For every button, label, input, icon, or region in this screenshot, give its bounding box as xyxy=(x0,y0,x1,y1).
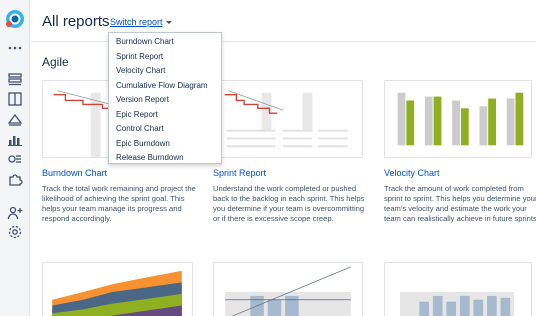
chevron-down-icon xyxy=(165,21,172,25)
section-title: Agile xyxy=(42,55,69,69)
project-avatar-icon[interactable] xyxy=(5,9,25,29)
issues-icon[interactable] xyxy=(7,151,23,167)
menu-item-epic-burndown[interactable]: Epic Burndown xyxy=(109,137,221,152)
project-sidebar xyxy=(0,0,30,316)
burndown-chart-description: Track the total work remaining and proje… xyxy=(42,184,196,223)
velocity-chart-thumbnail[interactable] xyxy=(384,80,532,158)
control-chart-thumbnail[interactable] xyxy=(213,262,363,316)
releases-icon[interactable] xyxy=(7,111,23,127)
reports-icon[interactable] xyxy=(7,131,23,147)
menu-item-burndown-chart[interactable]: Burndown Chart xyxy=(109,35,221,50)
sprint-report-thumbnail[interactable] xyxy=(213,80,363,158)
velocity-chart-link[interactable]: Velocity Chart xyxy=(384,168,440,178)
header-divider xyxy=(31,41,536,42)
menu-item-cumulative-flow-diagram[interactable]: Cumulative Flow Diagram xyxy=(109,79,221,94)
board-icon[interactable] xyxy=(7,91,23,107)
velocity-chart-description: Track the amount of work completed from … xyxy=(384,184,536,223)
more-icon[interactable] xyxy=(7,40,23,56)
switch-report-button[interactable]: Switch report xyxy=(110,17,172,27)
settings-icon[interactable] xyxy=(7,224,23,240)
epic-burndown-thumbnail[interactable] xyxy=(384,262,532,316)
menu-item-release-burndown[interactable]: Release Burndown xyxy=(109,151,221,166)
cumulative-flow-thumbnail[interactable] xyxy=(42,262,193,316)
switch-report-dropdown: Burndown Chart Sprint Report Velocity Ch… xyxy=(108,32,222,164)
components-icon[interactable] xyxy=(7,171,23,187)
add-people-icon[interactable] xyxy=(7,205,23,221)
menu-item-version-report[interactable]: Version Report xyxy=(109,93,221,108)
page-title: All reports xyxy=(42,13,110,30)
menu-item-epic-report[interactable]: Epic Report xyxy=(109,108,221,123)
switch-report-label: Switch report xyxy=(110,17,163,27)
menu-item-sprint-report[interactable]: Sprint Report xyxy=(109,50,221,65)
burndown-chart-link[interactable]: Burndown Chart xyxy=(42,168,107,178)
sprint-report-description: Understand the work completed or pushed … xyxy=(213,184,365,223)
sprint-report-link[interactable]: Sprint Report xyxy=(213,168,266,178)
menu-item-velocity-chart[interactable]: Velocity Chart xyxy=(109,64,221,79)
backlog-icon[interactable] xyxy=(7,71,23,87)
menu-item-control-chart[interactable]: Control Chart xyxy=(109,122,221,137)
